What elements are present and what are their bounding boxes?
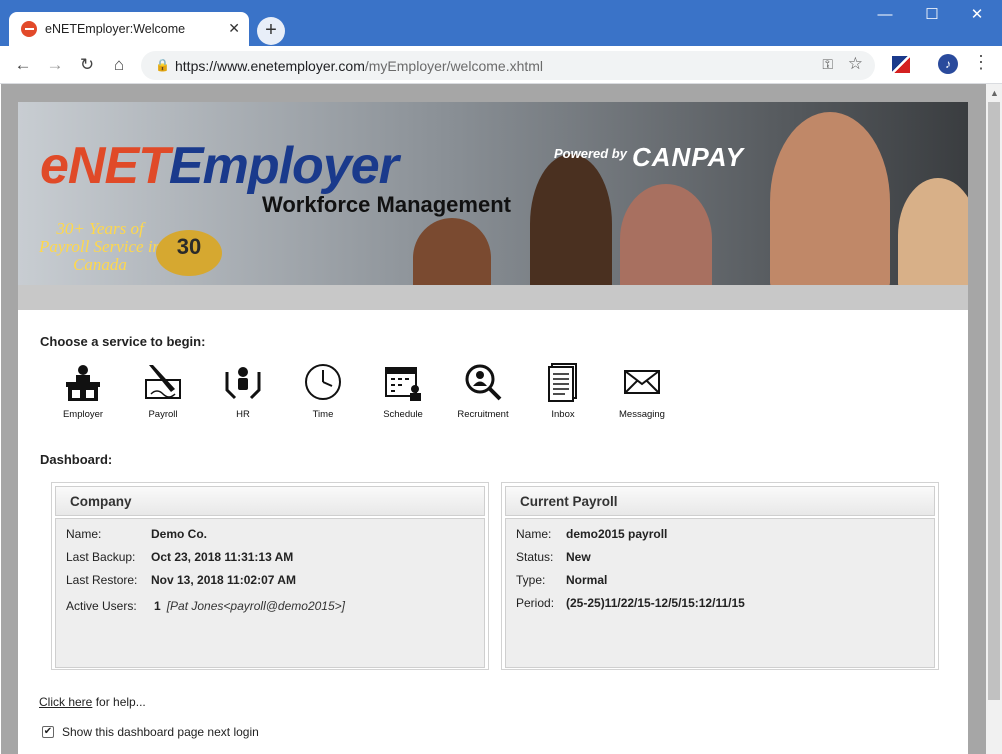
service-label: Inbox: [551, 409, 575, 420]
banner-person-image: [413, 218, 491, 285]
payroll-period-row: Period: (25-25)11/22/15-12/5/15:12/11/15: [516, 596, 745, 610]
payroll-icon: [145, 365, 181, 399]
service-label: Messaging: [619, 409, 665, 420]
browser-toolbar: ← → ↻ ⌂ 🔒 https://www.enetemployer.com/m…: [0, 46, 1002, 84]
banner-person-image: [620, 184, 712, 285]
anniversary-seal: 30: [156, 230, 222, 276]
service-label: Schedule: [383, 409, 423, 420]
url-path: /myEmployer/welcome.xhtml: [364, 58, 544, 74]
service-label: HR: [236, 409, 250, 420]
flag-extension-icon[interactable]: [892, 56, 910, 73]
hr-icon: [225, 367, 261, 400]
enet-employer-logo: eNETEmployer: [40, 137, 399, 195]
minimize-button[interactable]: —: [870, 4, 900, 28]
show-dashboard-checkbox[interactable]: ✔: [42, 726, 54, 738]
last-restore-row: Last Restore: Nov 13, 2018 11:02:07 AM: [66, 573, 296, 587]
payroll-panel-body: Name: demo2015 payroll Status: New Type: No…: [505, 518, 935, 668]
maximize-button[interactable]: ☐: [917, 4, 947, 28]
company-panel: Company Name: Demo Co. Last Backup: Oct 23…: [51, 482, 489, 670]
service-recruitment[interactable]: Recruitment: [443, 362, 523, 420]
music-extension-icon[interactable]: ♪: [938, 54, 958, 74]
show-dashboard-option: ✔ Show this dashboard page next login: [42, 725, 259, 739]
company-panel-title: Company: [55, 486, 485, 516]
service-schedule[interactable]: Schedule: [363, 362, 443, 420]
url-text: https://www.enetemployer.com/myEmployer/…: [175, 58, 543, 74]
canpay-logo: CANPAY: [632, 142, 744, 172]
reload-icon[interactable]: ↻: [74, 52, 100, 78]
banner-person-image: [770, 112, 890, 285]
lock-icon: 🔒: [155, 58, 170, 72]
employer-icon: [66, 365, 100, 401]
payroll-type-row: Type: Normal: [516, 573, 608, 587]
help-link[interactable]: Click here: [39, 695, 92, 709]
service-payroll[interactable]: Payroll: [123, 362, 203, 420]
scroll-up-icon[interactable]: ▲: [990, 88, 999, 98]
years-of-service-text: 30+ Years of Payroll Service in Canada: [38, 219, 162, 274]
tab-title: eNETEmployer:Welcome: [45, 22, 186, 36]
new-tab-button[interactable]: +: [257, 17, 285, 45]
key-icon[interactable]: ⚿: [822, 56, 833, 73]
service-label: Employer: [62, 409, 104, 420]
service-messaging[interactable]: Messaging: [602, 362, 682, 420]
banner-person-image: [898, 178, 968, 285]
help-text: for help...: [95, 695, 146, 709]
service-label: Time: [312, 409, 334, 420]
browser-tab[interactable]: eNETEmployer:Welcome ✕: [9, 12, 249, 46]
service-inbox[interactable]: Inbox: [523, 362, 603, 420]
header-banner: eNETEmployer Workforce Management 30+ Ye…: [18, 102, 968, 285]
url-host: https://www.enetemployer.com: [175, 58, 365, 74]
document-icon: [548, 363, 577, 402]
page-viewport: eNETEmployer Workforce Management 30+ Ye…: [1, 84, 986, 754]
banner-person-image: [530, 154, 612, 285]
service-label: Payroll: [148, 409, 178, 420]
service-time[interactable]: Time: [283, 362, 363, 420]
banner-subtitle: Workforce Management: [262, 192, 511, 217]
payroll-name-row: Name: demo2015 payroll: [516, 527, 668, 541]
address-bar[interactable]: 🔒 https://www.enetemployer.com/myEmploye…: [141, 51, 875, 80]
service-employer[interactable]: Employer: [43, 362, 123, 420]
main-content: Choose a service to begin: Employer Payr…: [18, 310, 968, 754]
show-dashboard-label: Show this dashboard page next login: [62, 725, 259, 739]
clock-icon: [305, 364, 341, 400]
powered-by-text: Powered by: [554, 146, 627, 161]
magnifier-icon: [465, 364, 502, 401]
service-label: Recruitment: [457, 409, 509, 420]
company-panel-body: Name: Demo Co. Last Backup: Oct 23, 2018 1…: [55, 518, 485, 668]
envelope-icon: [624, 370, 660, 394]
dashboard-heading: Dashboard:: [40, 452, 113, 467]
star-icon[interactable]: ☆: [848, 54, 863, 74]
browser-titlebar: eNETEmployer:Welcome ✕ + — ☐ ✕: [0, 0, 1002, 46]
tab-close-icon[interactable]: ✕: [228, 20, 240, 37]
service-hr[interactable]: HR: [203, 362, 283, 420]
home-icon[interactable]: ⌂: [106, 52, 132, 78]
active-users-row: Active Users: 1 [Pat Jones<payroll@demo201…: [66, 599, 345, 613]
calendar-icon: [385, 367, 421, 401]
forward-icon[interactable]: →: [42, 52, 68, 78]
banner-divider: [18, 285, 968, 310]
help-line: Click here for help...: [39, 695, 146, 709]
site-favicon-icon: [21, 21, 37, 37]
services-heading: Choose a service to begin:: [40, 334, 206, 349]
page-scrollbar[interactable]: ▲: [986, 84, 1002, 754]
payroll-status-row: Status: New: [516, 550, 591, 564]
payroll-panel-title: Current Payroll: [505, 486, 935, 516]
close-window-button[interactable]: ✕: [962, 4, 992, 28]
scrollbar-thumb[interactable]: [988, 102, 1000, 700]
company-name-row: Name: Demo Co.: [66, 527, 208, 541]
back-icon[interactable]: ←: [10, 52, 36, 78]
menu-icon[interactable]: ⋮: [972, 52, 990, 73]
current-payroll-panel: Current Payroll Name: demo2015 payroll St…: [501, 482, 939, 670]
last-backup-row: Last Backup: Oct 23, 2018 11:31:13 AM: [66, 550, 294, 564]
